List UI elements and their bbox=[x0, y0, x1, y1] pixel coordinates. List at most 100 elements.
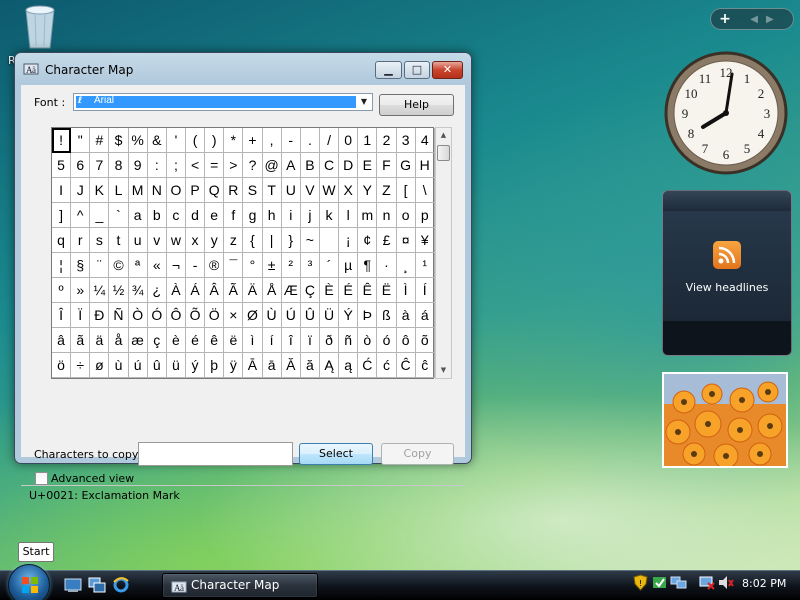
char-cell[interactable]: É bbox=[339, 278, 359, 303]
char-cell[interactable]: ] bbox=[52, 203, 72, 228]
char-cell[interactable]: Ä bbox=[243, 278, 263, 303]
char-cell[interactable]: ò bbox=[358, 328, 378, 353]
char-cell[interactable]: ² bbox=[281, 253, 301, 278]
char-cell[interactable]: ¿ bbox=[147, 278, 167, 303]
checkbox-box[interactable] bbox=[35, 472, 48, 485]
char-cell[interactable]: k bbox=[319, 203, 340, 228]
char-cell[interactable]: Ï bbox=[71, 303, 91, 328]
char-cell[interactable]: B bbox=[300, 153, 320, 178]
char-cell[interactable]: ! bbox=[52, 128, 72, 153]
char-cell[interactable]: Û bbox=[300, 303, 320, 328]
char-cell[interactable]: ñ bbox=[339, 328, 359, 353]
char-cell[interactable]: ¤ bbox=[396, 228, 416, 253]
char-cell[interactable]: V bbox=[300, 178, 320, 203]
char-cell[interactable]: M bbox=[128, 178, 148, 203]
char-cell[interactable]: § bbox=[71, 253, 91, 278]
char-cell[interactable]: A bbox=[281, 153, 301, 178]
char-cell[interactable]: Ø bbox=[243, 303, 263, 328]
help-button[interactable]: Help bbox=[379, 94, 454, 116]
char-cell[interactable]: D bbox=[339, 153, 359, 178]
char-cell[interactable]: õ bbox=[415, 328, 435, 353]
char-cell[interactable]: ú bbox=[128, 353, 148, 378]
char-cell[interactable]: i bbox=[281, 203, 301, 228]
char-cell[interactable]: p bbox=[415, 203, 435, 228]
char-cell[interactable]: . bbox=[300, 128, 320, 153]
char-cell[interactable]: 6 bbox=[71, 153, 91, 178]
maximize-button[interactable]: □ bbox=[404, 61, 430, 79]
char-cell[interactable]: ā bbox=[262, 353, 282, 378]
shield-icon[interactable]: ! bbox=[632, 574, 649, 591]
char-cell[interactable]: e bbox=[205, 203, 225, 228]
char-cell[interactable]: L bbox=[109, 178, 129, 203]
char-cell[interactable]: ¸ bbox=[396, 253, 416, 278]
char-cell[interactable]: g bbox=[243, 203, 263, 228]
char-cell[interactable]: u bbox=[128, 228, 148, 253]
char-cell[interactable]: 0 bbox=[339, 128, 359, 153]
char-cell[interactable]: ć bbox=[377, 353, 397, 378]
char-cell[interactable]: ß bbox=[377, 303, 397, 328]
char-cell[interactable]: 8 bbox=[109, 153, 129, 178]
font-dropdown[interactable]: ℓ Arial ▼ bbox=[73, 93, 373, 111]
show-desktop-icon[interactable] bbox=[64, 577, 82, 593]
char-cell[interactable]: m bbox=[358, 203, 378, 228]
char-cell[interactable]: q bbox=[52, 228, 72, 253]
char-cell[interactable]: Â bbox=[205, 278, 225, 303]
char-cell[interactable]: O bbox=[166, 178, 186, 203]
char-cell[interactable]: G bbox=[396, 153, 416, 178]
select-button[interactable]: Select bbox=[299, 443, 373, 465]
char-cell[interactable]: + bbox=[243, 128, 263, 153]
char-cell[interactable]: í bbox=[262, 328, 282, 353]
char-cell[interactable]: ³ bbox=[300, 253, 320, 278]
char-cell[interactable]: [ bbox=[396, 178, 416, 203]
char-cell[interactable]: n bbox=[377, 203, 397, 228]
char-cell[interactable]: P bbox=[185, 178, 206, 203]
char-cell[interactable]: ø bbox=[90, 353, 110, 378]
char-cell[interactable]: 1 bbox=[358, 128, 378, 153]
char-cell[interactable]: × bbox=[224, 303, 244, 328]
char-cell[interactable]: é bbox=[185, 328, 206, 353]
char-cell[interactable]: K bbox=[90, 178, 110, 203]
char-cell[interactable]: $ bbox=[109, 128, 129, 153]
char-cell[interactable]: á bbox=[415, 303, 435, 328]
char-cell[interactable]: ½ bbox=[109, 278, 129, 303]
char-cell[interactable]: s bbox=[90, 228, 110, 253]
char-cell[interactable]: ó bbox=[377, 328, 397, 353]
char-cell[interactable]: x bbox=[185, 228, 206, 253]
char-cell[interactable]: C bbox=[319, 153, 340, 178]
char-cell[interactable]: ) bbox=[205, 128, 225, 153]
char-cell[interactable]: a bbox=[128, 203, 148, 228]
char-cell[interactable]: þ bbox=[205, 353, 225, 378]
char-cell[interactable]: @ bbox=[262, 153, 282, 178]
char-cell[interactable]: æ bbox=[128, 328, 148, 353]
char-cell[interactable]: H bbox=[415, 153, 435, 178]
view-headlines-link[interactable]: View headlines bbox=[663, 281, 791, 294]
char-cell[interactable]: , bbox=[262, 128, 282, 153]
copy-button[interactable]: Copy bbox=[381, 443, 454, 465]
sidebar-nav-arrows-icon[interactable]: ◀▶ bbox=[739, 14, 793, 25]
char-cell[interactable]: R bbox=[224, 178, 244, 203]
char-cell[interactable]: ð bbox=[319, 328, 340, 353]
char-cell[interactable]: ù bbox=[109, 353, 129, 378]
char-cell[interactable]: Å bbox=[262, 278, 282, 303]
char-cell[interactable]: T bbox=[262, 178, 282, 203]
scroll-up-icon[interactable]: ▲ bbox=[436, 128, 451, 143]
char-cell[interactable]: ç bbox=[147, 328, 167, 353]
char-cell[interactable]: ~ bbox=[300, 228, 320, 253]
char-cell[interactable]: \ bbox=[415, 178, 435, 203]
char-cell[interactable]: Á bbox=[185, 278, 206, 303]
char-cell[interactable]: X bbox=[339, 178, 359, 203]
char-cell[interactable]: Þ bbox=[358, 303, 378, 328]
char-cell[interactable]: â bbox=[52, 328, 72, 353]
char-cell[interactable]: ¾ bbox=[128, 278, 148, 303]
char-cell[interactable]: 7 bbox=[90, 153, 110, 178]
char-cell[interactable]: Ü bbox=[319, 303, 340, 328]
char-cell[interactable]: Ą bbox=[319, 353, 340, 378]
char-cell[interactable]: " bbox=[71, 128, 91, 153]
char-cell[interactable]: Z bbox=[377, 178, 397, 203]
char-cell[interactable]: » bbox=[71, 278, 91, 303]
char-cell[interactable]: û bbox=[147, 353, 167, 378]
char-cell[interactable]: d bbox=[185, 203, 206, 228]
char-cell[interactable]: c bbox=[166, 203, 186, 228]
char-cell[interactable]: è bbox=[166, 328, 186, 353]
char-cell[interactable]: ¦ bbox=[52, 253, 72, 278]
